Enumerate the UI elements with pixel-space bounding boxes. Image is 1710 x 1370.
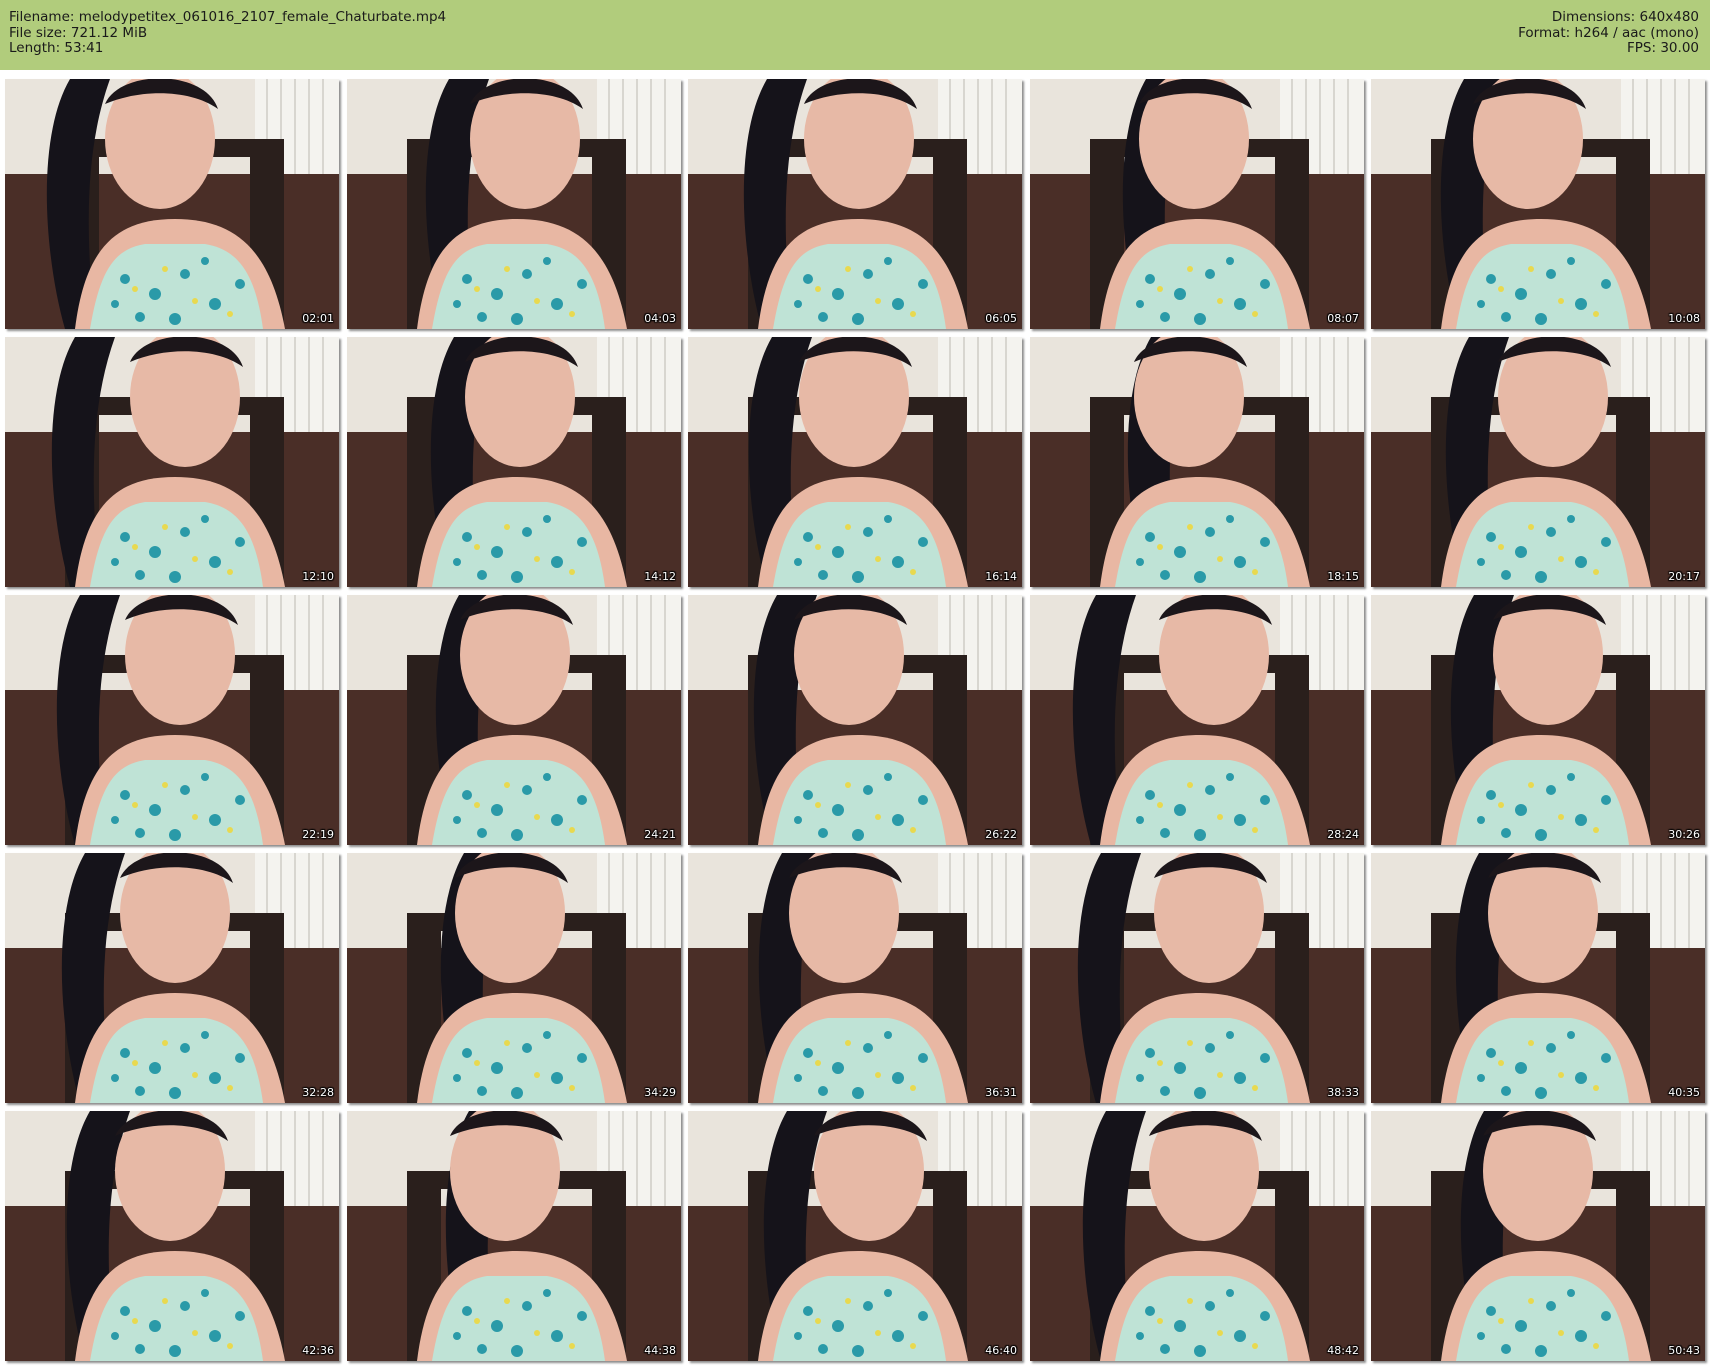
video-thumbnail: 12:10 — [5, 337, 339, 587]
frame-image — [688, 337, 1022, 587]
timestamp-label: 40:35 — [1668, 1086, 1700, 1099]
video-thumbnail: 42:36 — [5, 1111, 339, 1361]
frame-image — [1371, 1111, 1705, 1361]
frame-image — [1371, 595, 1705, 845]
timestamp-label: 18:15 — [1327, 570, 1359, 583]
info-header: Filename: melodypetitex_061016_2107_fema… — [0, 0, 1710, 70]
video-thumbnail: 24:21 — [347, 595, 681, 845]
frame-image — [688, 595, 1022, 845]
video-thumbnail: 34:29 — [347, 853, 681, 1103]
video-thumbnail: 04:03 — [347, 79, 681, 329]
video-thumbnail: 14:12 — [347, 337, 681, 587]
frame-image — [347, 79, 681, 329]
frame-image — [5, 1111, 339, 1361]
timestamp-label: 20:17 — [1668, 570, 1700, 583]
video-thumbnail: 48:42 — [1030, 1111, 1364, 1361]
timestamp-label: 16:14 — [985, 570, 1017, 583]
timestamp-label: 22:19 — [302, 828, 334, 841]
video-thumbnail: 20:17 — [1371, 337, 1705, 587]
file-info-left: Filename: melodypetitex_061016_2107_fema… — [9, 9, 447, 57]
frame-image — [688, 1111, 1022, 1361]
video-thumbnail: 16:14 — [688, 337, 1022, 587]
video-thumbnail: 38:33 — [1030, 853, 1364, 1103]
frame-image — [5, 79, 339, 329]
filename-text: Filename: melodypetitex_061016_2107_fema… — [9, 9, 447, 25]
frame-image — [347, 337, 681, 587]
timestamp-label: 12:10 — [302, 570, 334, 583]
video-thumbnail: 06:05 — [688, 79, 1022, 329]
video-thumbnail: 46:40 — [688, 1111, 1022, 1361]
video-thumbnail: 44:38 — [347, 1111, 681, 1361]
frame-image — [1030, 79, 1364, 329]
frame-image — [5, 337, 339, 587]
fps-text: FPS: 30.00 — [1627, 40, 1699, 56]
video-thumbnail: 50:43 — [1371, 1111, 1705, 1361]
frame-image — [1371, 79, 1705, 329]
video-thumbnail: 36:31 — [688, 853, 1022, 1103]
frame-image — [1030, 853, 1364, 1103]
frame-image — [688, 79, 1022, 329]
frame-image — [1030, 337, 1364, 587]
thumbnail-grid: 02:01 04:03 06:05 08:07 10:08 12:10 14:12 16:14… — [5, 79, 1705, 1365]
timestamp-label: 42:36 — [302, 1344, 334, 1357]
filesize-text: File size: 721.12 MiB — [9, 24, 148, 41]
frame-image — [1030, 1111, 1364, 1361]
frame-image — [5, 595, 339, 845]
video-thumbnail: 26:22 — [688, 595, 1022, 845]
timestamp-label: 46:40 — [985, 1344, 1017, 1357]
timestamp-label: 34:29 — [644, 1086, 676, 1099]
video-thumbnail: 22:19 — [5, 595, 339, 845]
frame-image — [1030, 595, 1364, 845]
frame-image — [1371, 337, 1705, 587]
video-thumbnail: 32:28 — [5, 853, 339, 1103]
video-thumbnail: 10:08 — [1371, 79, 1705, 329]
timestamp-label: 30:26 — [1668, 828, 1700, 841]
video-thumbnail: 08:07 — [1030, 79, 1364, 329]
frame-image — [347, 1111, 681, 1361]
dimensions-text: Dimensions: 640x480 — [1551, 9, 1699, 25]
timestamp-label: 44:38 — [644, 1344, 676, 1357]
timestamp-label: 06:05 — [985, 312, 1017, 325]
timestamp-label: 48:42 — [1327, 1344, 1359, 1357]
format-text: Format: h264 / aac (mono) — [1518, 24, 1699, 41]
timestamp-label: 38:33 — [1327, 1086, 1359, 1099]
timestamp-label: 10:08 — [1668, 312, 1700, 325]
video-thumbnail: 18:15 — [1030, 337, 1364, 587]
timestamp-label: 28:24 — [1327, 828, 1359, 841]
timestamp-label: 32:28 — [302, 1086, 334, 1099]
video-thumbnail: 28:24 — [1030, 595, 1364, 845]
timestamp-label: 24:21 — [644, 828, 676, 841]
file-info-right: Dimensions: 640x480 Format: h264 / aac (… — [1518, 9, 1699, 57]
video-thumbnail: 40:35 — [1371, 853, 1705, 1103]
timestamp-label: 50:43 — [1668, 1344, 1700, 1357]
timestamp-label: 04:03 — [644, 312, 676, 325]
frame-image — [688, 853, 1022, 1103]
frame-image — [347, 595, 681, 845]
frame-image — [5, 853, 339, 1103]
video-thumbnail: 30:26 — [1371, 595, 1705, 845]
timestamp-label: 08:07 — [1327, 312, 1359, 325]
timestamp-label: 36:31 — [985, 1086, 1017, 1099]
timestamp-label: 26:22 — [985, 828, 1017, 841]
video-thumbnail: 02:01 — [5, 79, 339, 329]
timestamp-label: 02:01 — [302, 312, 334, 325]
length-text: Length: 53:41 — [9, 40, 104, 56]
frame-image — [1371, 853, 1705, 1103]
timestamp-label: 14:12 — [644, 570, 676, 583]
frame-image — [347, 853, 681, 1103]
